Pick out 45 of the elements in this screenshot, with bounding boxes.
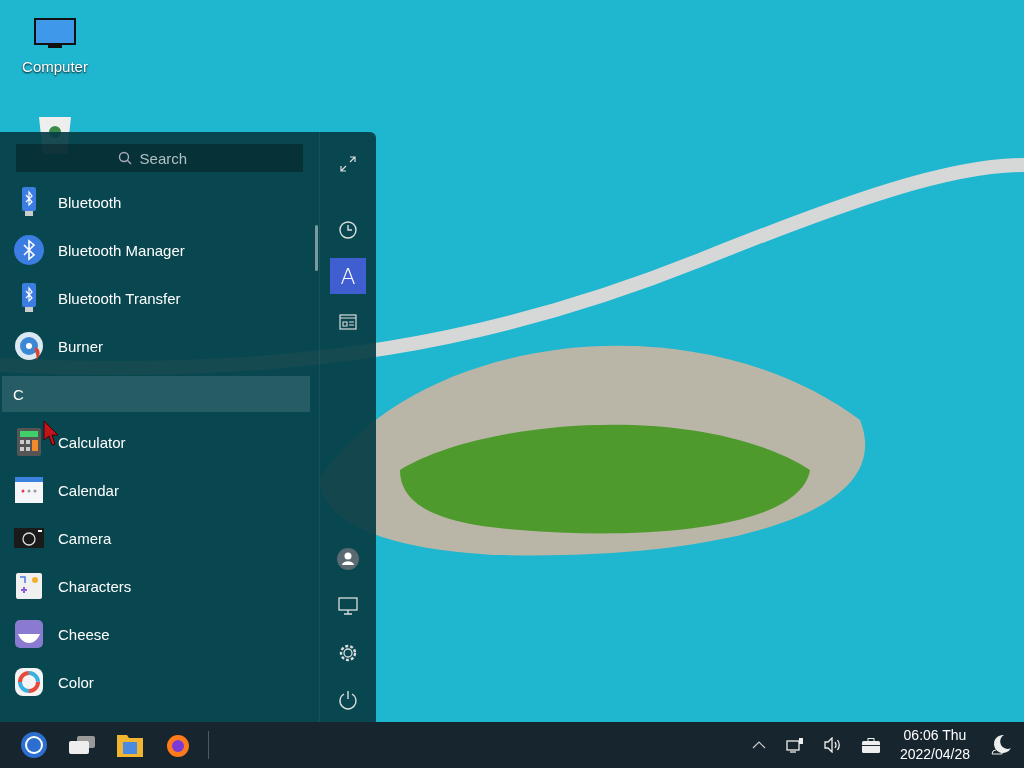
disc-icon [14, 331, 44, 361]
scrollbar-thumb[interactable] [315, 225, 318, 271]
app-list-item[interactable]: Burner [0, 322, 312, 370]
letter-header[interactable]: C [2, 376, 310, 412]
bluetooth-dongle-icon [22, 187, 36, 217]
app-list-item[interactable]: Camera [0, 514, 312, 562]
expand-icon [340, 156, 357, 172]
speaker-icon[interactable] [823, 737, 842, 753]
user-icon [337, 548, 360, 570]
characters-icon [16, 573, 42, 599]
app-list-item[interactable]: Bluetooth [0, 178, 312, 226]
app-list-item[interactable]: Cheese [0, 610, 312, 658]
monitor-icon[interactable] [34, 18, 76, 50]
app-list-item[interactable]: Calculator [0, 418, 312, 466]
app-list-item[interactable]: Characters [0, 562, 312, 610]
search-icon [117, 151, 132, 165]
alphabetical-view-tab[interactable]: A [330, 258, 367, 294]
briefcase-icon[interactable] [861, 737, 880, 753]
app-list-item[interactable]: Bluetooth Transfer [0, 274, 312, 322]
clock-icon [338, 220, 359, 240]
app-list-item[interactable]: Calendar [0, 466, 312, 514]
settings-icon [338, 643, 359, 663]
bluetooth-dongle-icon [22, 283, 36, 313]
clock-date[interactable]: 2022/04/28 [899, 745, 970, 764]
folder-icon [117, 733, 143, 757]
search-field[interactable]: Search [16, 144, 304, 172]
app-list-item[interactable]: Bluetooth Manager [0, 226, 312, 274]
monitor-icon [338, 597, 359, 615]
moon-cloud-icon[interactable] [990, 734, 1012, 756]
network-icon[interactable] [785, 737, 804, 753]
app-list-item[interactable]: Color [0, 658, 312, 706]
start-logo-icon [20, 731, 48, 759]
search-input[interactable]: Search [137, 148, 202, 168]
calculator-icon [17, 428, 41, 456]
color-wheel-icon [15, 668, 43, 696]
calendar-icon [15, 477, 43, 503]
camera-icon [14, 528, 44, 548]
bluetooth-icon [14, 235, 44, 265]
card-list-icon [339, 314, 358, 330]
clock-time[interactable]: 06:06 Thu [903, 726, 967, 745]
power-icon [338, 690, 359, 710]
windows-icon [69, 736, 95, 754]
cursor-icon [43, 420, 59, 446]
browser-icon [165, 732, 191, 758]
chevron-up-icon[interactable] [751, 741, 766, 749]
